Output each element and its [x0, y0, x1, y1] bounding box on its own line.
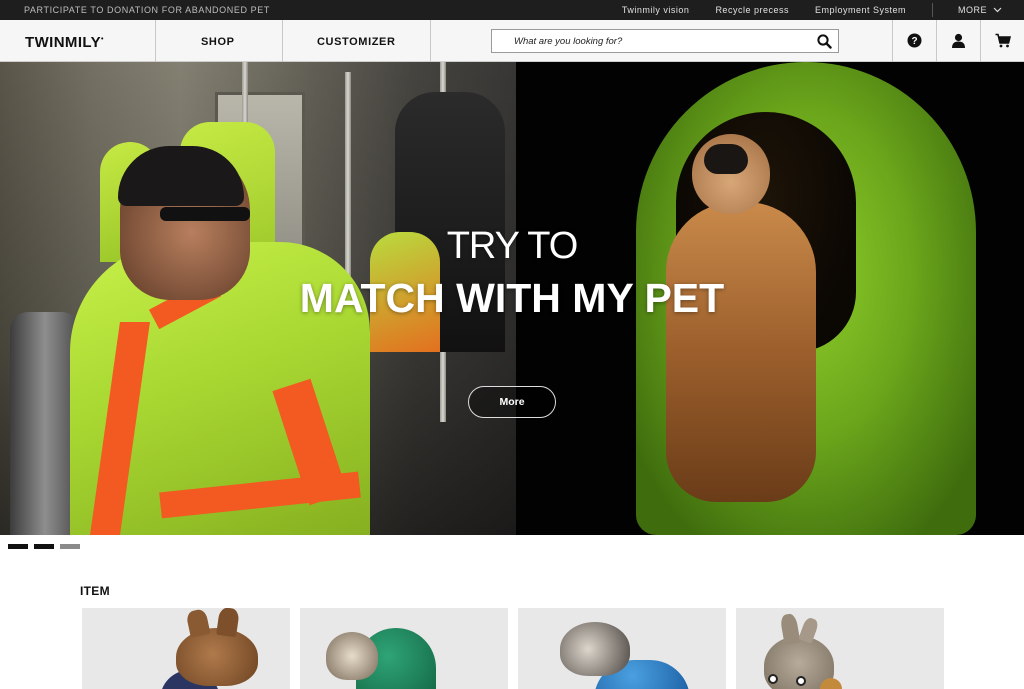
item-card-schnauzer[interactable] — [518, 608, 726, 689]
item-card-pug-puffer[interactable] — [300, 608, 508, 689]
item-section-heading: ITEM — [80, 584, 110, 598]
donation-promo-link[interactable]: PARTICIPATE TO DONATION FOR ABANDONED PE… — [24, 5, 270, 15]
divider — [932, 3, 933, 17]
costume-eye — [768, 674, 778, 684]
logo-text: TWINMILY — [25, 34, 101, 51]
logo-mark: • — [100, 36, 104, 43]
brand-logo[interactable]: TWINMILY• — [25, 34, 104, 51]
divider — [936, 20, 937, 62]
hero-slider-dots — [8, 544, 86, 549]
svg-text:?: ? — [911, 36, 917, 47]
dog-head — [176, 628, 258, 686]
chevron-down-icon — [993, 7, 1002, 13]
more-label: MORE — [958, 5, 987, 15]
divider — [892, 20, 893, 62]
dog-ear — [216, 608, 240, 638]
background-worker-vest — [370, 232, 440, 352]
nav-customizer[interactable]: CUSTOMIZER — [317, 36, 396, 48]
slide-dot-3[interactable] — [60, 544, 80, 549]
main-header: TWINMILY• SHOP CUSTOMIZER ? — [0, 20, 1024, 62]
divider — [430, 20, 431, 62]
nav-shop[interactable]: SHOP — [201, 36, 235, 48]
divider — [282, 20, 283, 62]
dog-fur — [666, 202, 816, 502]
top-utility-bar: PARTICIPATE TO DONATION FOR ABANDONED PE… — [0, 0, 1024, 20]
cart-icon[interactable] — [995, 33, 1011, 48]
slide-dot-1[interactable] — [8, 544, 28, 549]
hero-more-button[interactable]: More — [468, 386, 556, 418]
item-card-row — [82, 608, 952, 689]
worker-sunglasses — [160, 207, 250, 221]
search-box — [491, 29, 839, 53]
dog-nose — [704, 144, 748, 174]
item-card-dino-costume[interactable] — [736, 608, 944, 689]
link-twinmily-vision[interactable]: Twinmily vision — [622, 5, 690, 15]
hero-photo-subway-worker — [0, 62, 516, 535]
dog-head — [326, 632, 378, 680]
costume-eye — [796, 676, 806, 686]
user-icon[interactable] — [951, 33, 966, 48]
dog-head — [560, 622, 630, 676]
link-employment-system[interactable]: Employment System — [815, 5, 906, 15]
utility-links: Twinmily vision Recycle precess Employme… — [622, 0, 1024, 20]
search-icon[interactable] — [817, 34, 832, 49]
search-input[interactable] — [492, 30, 792, 52]
dog-ear — [185, 608, 211, 638]
divider — [980, 20, 981, 62]
slide-dot-2[interactable] — [34, 544, 54, 549]
link-recycle-process[interactable]: Recycle precess — [715, 5, 789, 15]
divider — [155, 20, 156, 62]
item-card-frenchie[interactable] — [82, 608, 290, 689]
more-dropdown[interactable]: MORE — [958, 5, 1002, 15]
help-icon[interactable]: ? — [907, 33, 922, 48]
hero-banner: TRY TO MATCH WITH MY PET More — [0, 62, 1024, 535]
costume-tail — [820, 678, 842, 689]
hero-photo-dog-raincoat — [516, 62, 1024, 535]
